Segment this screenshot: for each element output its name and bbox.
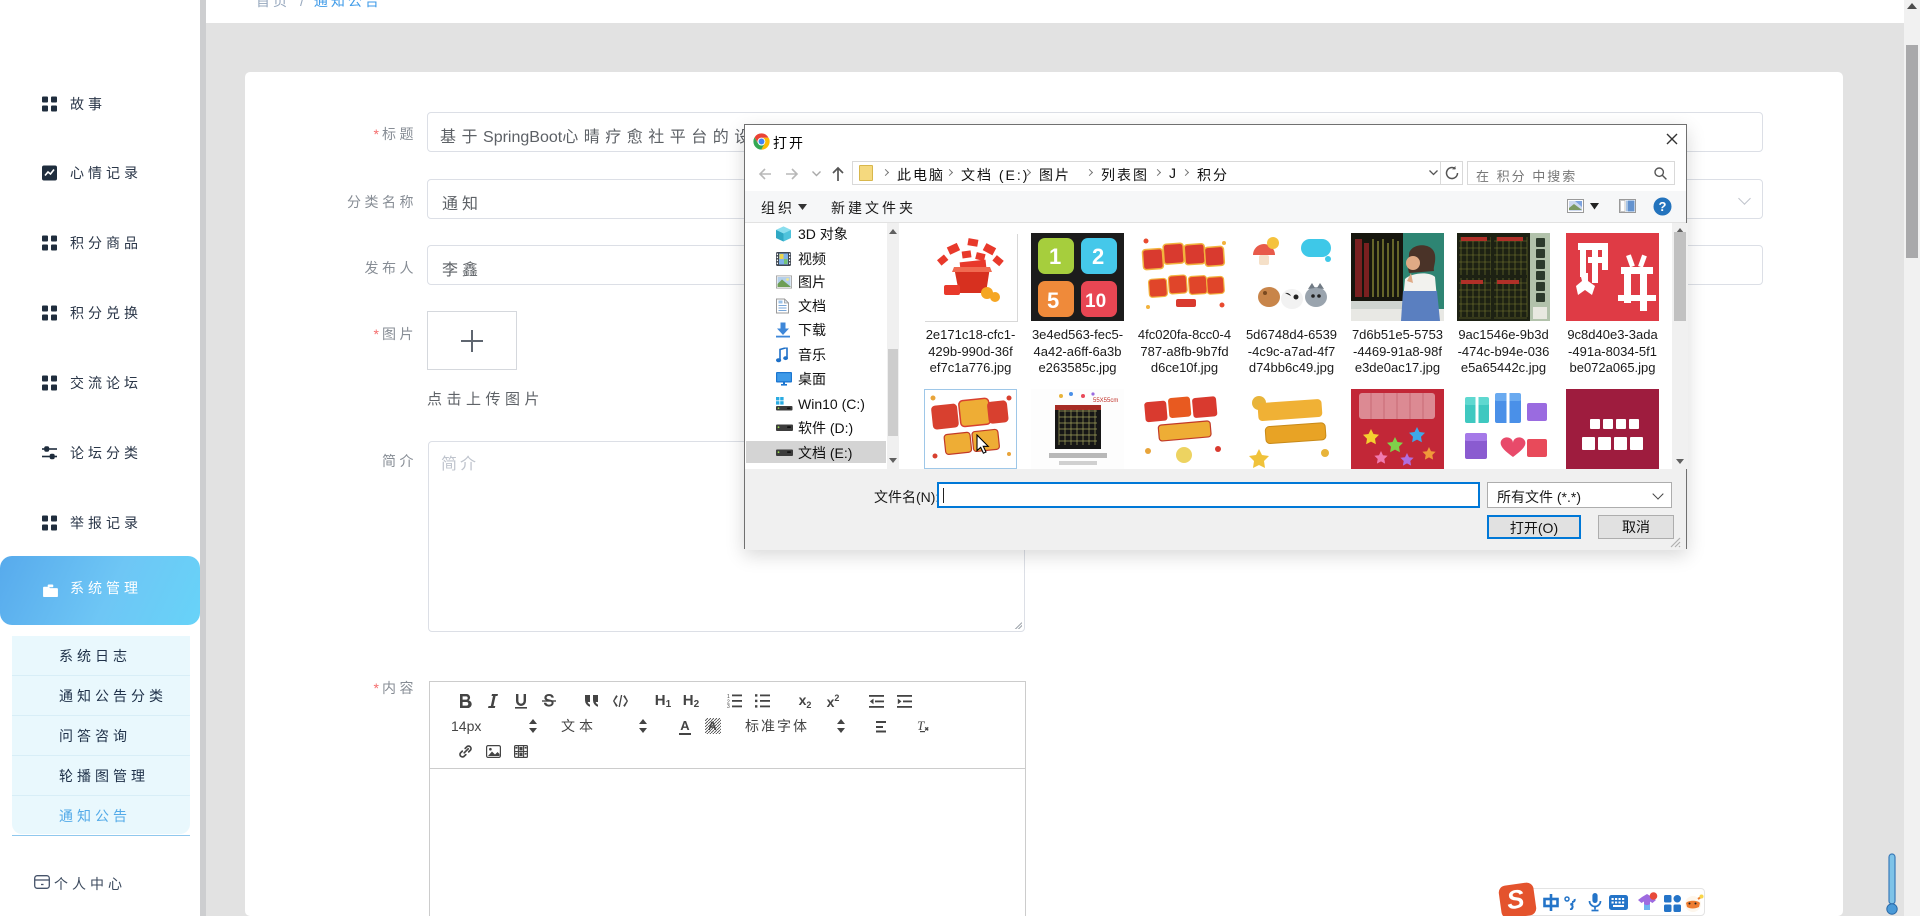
- svg-text:55X55cm: 55X55cm: [1093, 398, 1118, 404]
- svg-text:2: 2: [1092, 244, 1104, 269]
- svg-text:1: 1: [1049, 244, 1061, 269]
- svg-text:A: A: [708, 719, 717, 733]
- svg-text:5: 5: [1047, 288, 1059, 313]
- svg-text:3: 3: [727, 704, 730, 708]
- svg-text:?: ?: [1659, 199, 1667, 214]
- svg-text:10: 10: [1085, 291, 1106, 312]
- svg-text:T: T: [917, 719, 925, 733]
